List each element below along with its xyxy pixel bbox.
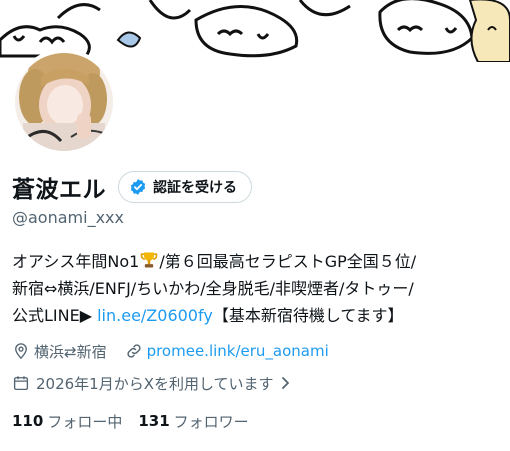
profile-meta: 横浜⇄新宿 promee.link/eru_aonami	[12, 340, 347, 362]
bio-text: 公式LINE▶	[12, 306, 98, 325]
followers-count: 131	[138, 412, 170, 430]
bio-line-2: 新宿⇔横浜/ENFJ/ちいかわ/全身脱毛/非喫煙者/タトゥー/	[12, 279, 414, 298]
join-date[interactable]: 2026年1月からXを利用しています	[12, 372, 292, 394]
verified-badge-icon	[129, 178, 147, 196]
website[interactable]: promee.link/eru_aonami	[125, 342, 329, 360]
profile-avatar[interactable]	[11, 49, 117, 155]
following-link[interactable]: 110 フォロー中	[12, 411, 122, 432]
bio-line-3: 公式LINE▶ lin.ee/Z0600fy【基本新宿待機してます】	[12, 302, 502, 329]
trophy-icon	[139, 252, 159, 271]
calendar-icon	[13, 376, 29, 391]
chevron-right-icon	[281, 377, 289, 389]
name-row: 蒼波エル 認証を受ける	[12, 170, 252, 204]
bio-line-1: オアシス年間No1/第６回最高セラピストGP全国５位/	[12, 248, 502, 275]
following-label: フォロー中	[47, 412, 123, 431]
bio-text: オアシス年間No1	[12, 252, 140, 271]
location: 横浜⇄新宿	[12, 341, 107, 362]
bio-text: /第６回最高セラピストGP全国５位/	[159, 252, 417, 271]
profile-bio: オアシス年間No1/第６回最高セラピストGP全国５位/ 新宿⇔横浜/ENFJ/ち…	[12, 248, 502, 329]
avatar-photo	[15, 53, 113, 151]
followers-label: フォロワー	[173, 412, 249, 431]
website-link[interactable]: promee.link/eru_aonami	[147, 342, 329, 360]
followers-link[interactable]: 131 フォロワー	[138, 411, 248, 432]
follow-stats: 110 フォロー中 131 フォロワー	[12, 410, 265, 432]
location-text: 横浜⇄新宿	[34, 342, 107, 361]
get-verified-button[interactable]: 認証を受ける	[118, 171, 252, 203]
bio-text: 【基本新宿待機してます】	[212, 306, 404, 325]
link-icon	[126, 344, 141, 358]
display-name: 蒼波エル	[12, 177, 106, 203]
following-count: 110	[12, 412, 44, 430]
join-date-text: 2026年1月からXを利用しています	[36, 374, 274, 393]
username-handle: @aonami_xxx	[12, 208, 124, 227]
get-verified-label: 認証を受ける	[153, 180, 237, 196]
location-pin-icon	[15, 343, 27, 360]
line-link[interactable]: lin.ee/Z0600fy	[97, 306, 213, 325]
